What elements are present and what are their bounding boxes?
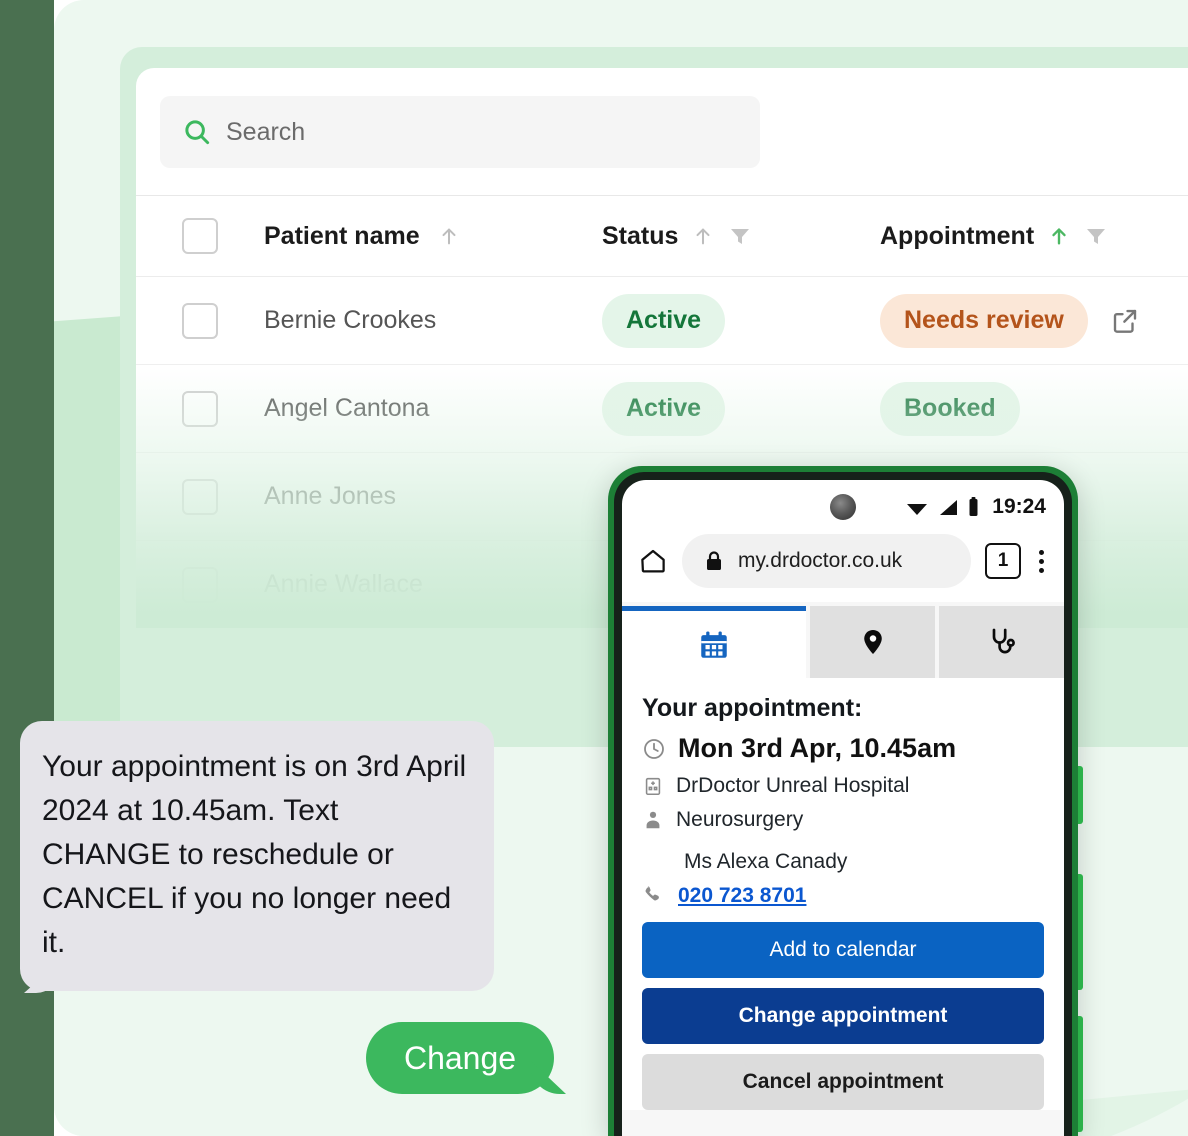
column-label-appointment: Appointment [880,221,1035,250]
search-area: Search [136,68,1188,168]
sort-arrow-up-icon[interactable] [692,224,714,248]
cell-patient-name: Anne Jones [264,482,602,511]
column-header-patient-name[interactable]: Patient name [264,222,602,251]
url-text: my.drdoctor.co.uk [738,549,903,572]
table-row[interactable]: Angel Cantona Active Booked [136,365,1188,453]
tab-count-button[interactable]: 1 [985,543,1021,579]
cell-patient-name: Bernie Crookes [264,306,602,335]
location-pin-icon [858,626,888,658]
add-to-calendar-button[interactable]: Add to calendar [642,922,1044,978]
web-page-content: Your appointment: Mon 3rd Apr, 10.45am D… [622,602,1064,1136]
cell-appointment: Needs review [880,293,1188,348]
kebab-menu-icon[interactable] [1035,549,1048,573]
appointment-phone-link[interactable]: 020 723 8701 [678,884,806,908]
column-label-patient-name: Patient name [264,221,420,250]
tab-location[interactable] [810,606,936,678]
search-icon [182,117,212,147]
row-select-cell[interactable] [136,390,264,427]
tab-appointment[interactable] [622,606,807,678]
search-input[interactable]: Search [160,96,760,168]
cancel-appointment-button[interactable]: Cancel appointment [642,1054,1044,1110]
row-checkbox[interactable] [182,390,218,427]
status-bar-clock: 19:24 [992,495,1046,518]
status-badge: Active [602,293,726,348]
select-all-checkbox[interactable] [182,218,218,254]
phone-mockup: 19:24 my.drdoctor.co.uk 1 Your appointme… [608,466,1083,1136]
appointment-time-row: Mon 3rd Apr, 10.45am [642,733,1044,764]
address-bar[interactable]: my.drdoctor.co.uk [682,534,971,588]
home-icon[interactable] [638,546,668,576]
tab-count-label: 1 [997,550,1009,571]
patient-name-text: Annie Wallace [264,570,423,598]
filter-icon[interactable] [728,224,752,248]
cell-status: Active [602,293,880,348]
doctor-icon [642,808,664,832]
change-appointment-button[interactable]: Change appointment [642,988,1044,1044]
column-header-status[interactable]: Status [602,222,880,251]
wifi-icon [905,497,929,517]
row-select-cell[interactable] [136,302,264,339]
phone-screen: 19:24 my.drdoctor.co.uk 1 Your appointme… [622,480,1064,1136]
row-checkbox[interactable] [182,478,218,515]
browser-url-bar: my.drdoctor.co.uk 1 [622,534,1064,602]
appointment-department-row: Neurosurgery [642,808,1044,832]
select-all-cell[interactable] [136,218,264,254]
appointment-clinician-text: Ms Alexa Canady [684,850,848,873]
sms-outgoing-bubble: Change [366,1022,554,1094]
column-label-status: Status [602,221,679,250]
patient-name-text: Anne Jones [264,482,397,510]
phone-bezel: 19:24 my.drdoctor.co.uk 1 Your appointme… [614,472,1072,1136]
row-checkbox[interactable] [182,302,218,339]
appointment-heading: Your appointment: [642,694,863,722]
clock-icon [642,737,666,761]
search-placeholder: Search [226,117,306,146]
page-tab-bar [622,602,1064,678]
sort-arrow-up-icon[interactable] [438,224,460,248]
appointment-phone-row[interactable]: 020 723 8701 [642,884,1044,908]
calendar-icon [697,628,731,662]
lock-icon [704,550,724,572]
camera-punchhole-icon [830,494,856,520]
patient-name-text: Bernie Crookes [264,306,437,334]
appointment-department-text: Neurosurgery [676,808,804,831]
filter-icon[interactable] [1084,224,1108,248]
row-select-cell[interactable] [136,566,264,603]
tab-clinician[interactable] [939,606,1064,678]
hospital-icon [642,774,664,798]
row-select-cell[interactable] [136,478,264,515]
table-row[interactable]: Bernie Crookes Active Needs review [136,277,1188,365]
screenshot-root: Search Patient name Status Appointment B… [0,0,1188,1136]
table-header-row: Patient name Status Appointment [136,195,1188,277]
phone-icon [642,884,666,908]
phone-side-button-3[interactable] [1078,1016,1083,1132]
phone-status-bar: 19:24 [622,480,1064,534]
phone-side-button-1[interactable] [1078,766,1083,824]
appointment-time-text: Mon 3rd Apr, 10.45am [678,733,957,763]
column-header-appointment[interactable]: Appointment [880,222,1188,251]
stethoscope-icon [986,626,1018,658]
sms-incoming-bubble: Your appointment is on 3rd April 2024 at… [20,721,494,991]
appointment-badge[interactable]: Booked [880,381,1020,436]
cell-status: Active [602,381,880,436]
phone-side-button-2[interactable] [1078,874,1083,990]
cell-patient-name: Annie Wallace [264,570,602,599]
appointment-hospital-text: DrDoctor Unreal Hospital [676,774,910,797]
signal-icon [937,497,959,517]
sms-outgoing-text: Change [403,1039,517,1076]
appointment-details: Your appointment: Mon 3rd Apr, 10.45am D… [622,678,1064,908]
appointment-hospital-row: DrDoctor Unreal Hospital [642,774,1044,798]
status-badge: Active [602,381,726,436]
open-external-icon[interactable] [1110,306,1140,336]
row-checkbox[interactable] [182,566,218,603]
patient-name-text: Angel Cantona [264,394,430,422]
sort-arrow-up-icon[interactable] [1048,224,1070,248]
cell-patient-name: Angel Cantona [264,394,602,423]
battery-icon [967,496,980,518]
cell-appointment: Booked [880,381,1188,436]
appointment-badge[interactable]: Needs review [880,293,1088,348]
appointment-actions: Add to calendar Change appointment Cance… [622,908,1064,1110]
